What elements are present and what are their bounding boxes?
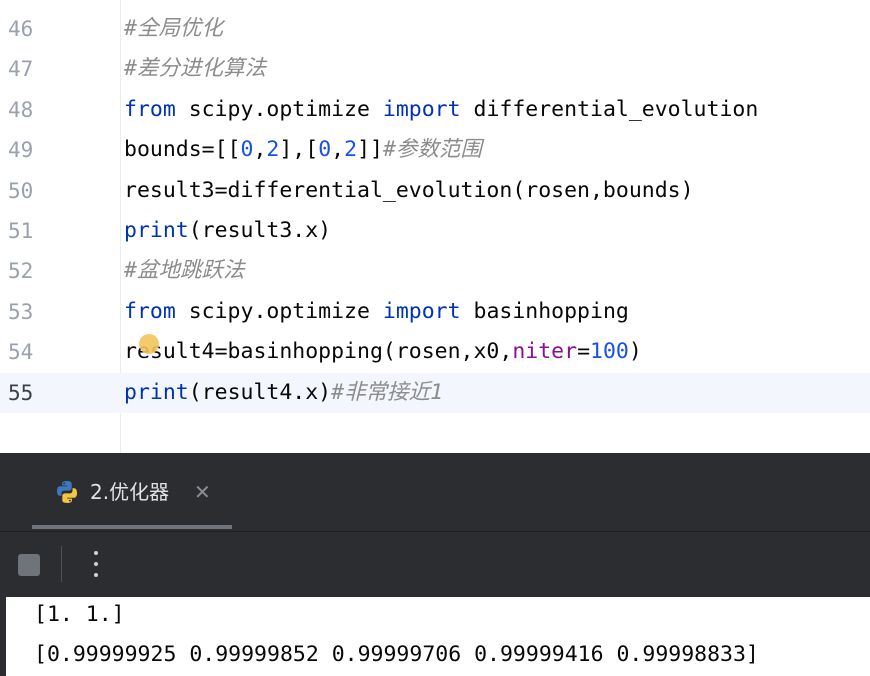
code-token: print	[124, 218, 189, 243]
code-token: #参数范围	[382, 137, 482, 163]
code-token: import	[382, 298, 461, 324]
code-line[interactable]: 51 print(result3.x)	[0, 211, 870, 251]
line-number: 54	[8, 340, 34, 365]
run-tab[interactable]: 2.优化器 ✕	[32, 453, 232, 531]
active-tab-indicator	[32, 525, 232, 529]
console-edge	[0, 597, 6, 676]
code-line[interactable]: 48 from scipy.optimize import differentia…	[0, 90, 870, 130]
line-number: 47	[8, 57, 34, 82]
code-text: print(result3.x)	[124, 211, 331, 251]
code-editor[interactable]: 46 #全局优化 47 #差分进化算法 48 from scipy.optimize im…	[0, 0, 870, 453]
code-token: #差分进化算法	[124, 56, 266, 82]
line-number: 46	[8, 17, 34, 41]
code-text: result4=basinhopping(rosen,x0,niter=100)	[124, 332, 642, 372]
line-number: 52	[8, 259, 34, 284]
code-token: from	[124, 96, 176, 122]
code-token: #盆地跳跃法	[124, 258, 245, 284]
code-line[interactable]: 54 result4=basinhopping(rosen,x0,niter=10…	[0, 332, 870, 372]
caret-highlight-dot	[139, 334, 159, 354]
code-line[interactable]: 46 #全局优化	[0, 9, 870, 49]
run-tool-window-header: 2.优化器 ✕	[0, 453, 870, 531]
line-number: 53	[8, 299, 34, 324]
line-number: 48	[8, 97, 34, 122]
code-text: print(result4.x)#非常接近1	[124, 373, 443, 413]
stop-icon[interactable]	[18, 554, 40, 576]
code-token: basinhopping	[460, 298, 629, 324]
code-token: ,	[331, 137, 345, 163]
console-line: [1. 1.]	[34, 602, 125, 627]
python-icon	[57, 481, 77, 503]
code-text: result3=differential_evolution(rosen,bou…	[124, 171, 694, 211]
line-number: 49	[8, 138, 34, 163]
code-text: from scipy.optimize import basinhopping	[124, 292, 629, 332]
code-text: #盆地跳跃法	[124, 251, 244, 291]
more-vertical-icon[interactable]	[86, 546, 106, 582]
code-token: =	[577, 339, 591, 365]
close-icon[interactable]: ✕	[194, 477, 211, 507]
code-token: (result3.x)	[188, 218, 332, 243]
code-token: result3=differential_evolution(rosen,bou…	[124, 177, 694, 203]
line-number: 51	[8, 219, 34, 243]
code-text: from scipy.optimize import differential_…	[124, 90, 758, 130]
line-number: 50	[8, 178, 34, 203]
code-token: niter	[512, 339, 578, 365]
toolbar-separator	[61, 546, 62, 582]
code-token: 2	[266, 137, 280, 163]
code-token: scipy.optimize	[175, 96, 383, 122]
code-line[interactable]: 49 bounds=[[0,2],[0,2]]#参数范围	[0, 130, 870, 170]
code-text: #全局优化	[124, 9, 223, 49]
code-token: (result4.x)	[188, 379, 332, 405]
code-token: differential_evolution	[460, 96, 759, 122]
code-token: scipy.optimize	[175, 298, 383, 324]
console-line: [0.99999925 0.99999852 0.99999706 0.9999…	[34, 642, 759, 667]
line-number: 55	[8, 380, 34, 405]
code-line[interactable]: 50 result3=differential_evolution(rosen,b…	[0, 171, 870, 211]
code-token: result4=basinhopping(rosen,x0,	[124, 339, 513, 365]
code-line[interactable]: 53 from scipy.optimize import basinhoppin…	[0, 292, 870, 332]
console-output[interactable]: [1. 1.] [0.99999925 0.99999852 0.9999970…	[0, 597, 870, 676]
code-token: ],[	[279, 137, 319, 163]
code-token: print	[124, 379, 189, 405]
code-text: bounds=[[0,2],[0,2]]#参数范围	[124, 130, 482, 170]
code-token: bounds=[[	[124, 137, 241, 163]
code-token: 0	[318, 137, 332, 163]
code-token: )	[628, 339, 642, 365]
code-token: #非常接近1	[331, 379, 444, 405]
code-line[interactable]: 52 #盆地跳跃法	[0, 251, 870, 291]
code-text: #差分进化算法	[124, 49, 266, 89]
code-token: 0	[240, 137, 254, 163]
run-tab-title: 2.优化器	[90, 480, 170, 504]
run-toolbar	[0, 531, 870, 598]
code-token: 2	[344, 137, 358, 163]
code-token: #全局优化	[124, 16, 223, 41]
code-line[interactable]: 47 #差分进化算法	[0, 49, 870, 89]
code-token: 100	[590, 339, 629, 365]
code-token: ]]	[357, 137, 383, 163]
code-token: from	[124, 298, 176, 324]
collapsed-edge-marker	[0, 479, 4, 501]
code-line[interactable]: 55 print(result4.x)#非常接近1	[0, 372, 870, 413]
code-token: ,	[253, 137, 267, 163]
code-token: import	[382, 96, 461, 122]
